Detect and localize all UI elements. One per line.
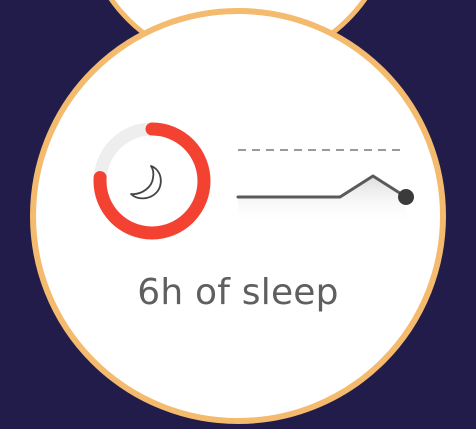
graph-endpoint [398,189,414,205]
sleep-widget-canvas [30,0,446,424]
sleep-widget-scene: 6h of sleep [0,0,476,424]
sleep-summary-label: 6h of sleep [137,272,339,313]
